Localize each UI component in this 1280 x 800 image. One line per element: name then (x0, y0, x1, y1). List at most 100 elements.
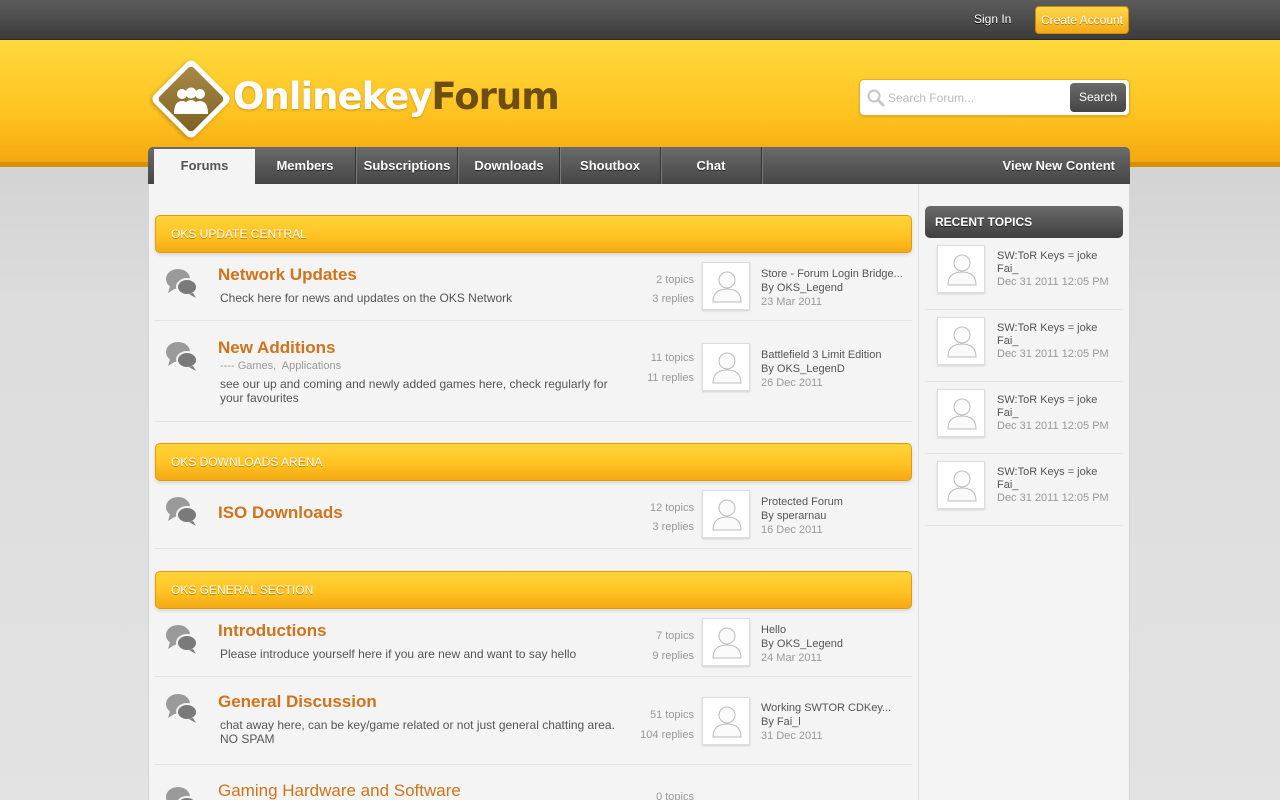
search-input[interactable] (888, 88, 1068, 108)
category-header[interactable]: OKS GENERAL SECTION (155, 571, 912, 609)
recent-topic-item[interactable]: SW:ToR Keys = joke Fai_ Dec 31 2011 12:0… (925, 310, 1123, 382)
subforum-games[interactable]: Games, (238, 360, 277, 372)
recent-topic-item[interactable]: SW:ToR Keys = joke Fai_ Dec 31 2011 12:0… (925, 454, 1123, 526)
recent-topic-date: Dec 31 2011 12:05 PM (997, 492, 1109, 504)
last-post-info: Protected Forum By sperarnau 16 Dec 2011 (761, 495, 843, 537)
last-post-info: Hello By OKS_Legend 24 Mar 2011 (761, 623, 843, 665)
last-post-title[interactable]: Battlefield 3 Limit Edition (761, 348, 881, 362)
sign-in-link[interactable]: Sign In (974, 12, 1011, 26)
tab-chat[interactable]: Chat (661, 147, 762, 184)
avatar[interactable] (702, 697, 750, 745)
user-silhouette-icon (712, 352, 742, 384)
avatar[interactable] (937, 317, 985, 365)
forum-description: see our up and coming and newly added ga… (220, 377, 608, 405)
last-post-date: 16 Dec 2011 (761, 524, 823, 536)
recent-topic-author[interactable]: Fai_ (997, 335, 1109, 348)
category-header[interactable]: OKS UPDATE CENTRAL (155, 215, 912, 253)
reply-count: 11 replies (647, 372, 694, 384)
recent-topic-text: SW:ToR Keys = joke Fai_ Dec 31 2011 12:0… (997, 394, 1109, 433)
last-post-date: 26 Dec 2011 (761, 377, 823, 389)
search-icon (867, 89, 885, 107)
user-silhouette-icon (712, 499, 742, 531)
recent-topic-date: Dec 31 2011 12:05 PM (997, 276, 1109, 288)
sidebar: RECENT TOPICS SW:ToR Keys = joke Fai_ De… (925, 184, 1131, 800)
create-account-button[interactable]: Create Account (1035, 6, 1129, 34)
logo-text[interactable]: OnlinekeyForum (233, 75, 560, 118)
forum-title-network-updates[interactable]: Network Updates (218, 265, 357, 285)
tab-members[interactable]: Members (255, 147, 356, 184)
recent-topic-title[interactable]: SW:ToR Keys = joke (997, 322, 1109, 335)
search-box: Search (859, 79, 1130, 116)
recent-topic-title[interactable]: SW:ToR Keys = joke (997, 466, 1109, 479)
recent-topic-item[interactable]: SW:ToR Keys = joke Fai_ Dec 31 2011 12:0… (925, 382, 1123, 454)
last-post-date: 24 Mar 2011 (761, 652, 822, 664)
reply-count: 3 replies (652, 293, 694, 305)
speech-bubbles-icon (166, 787, 197, 800)
topic-count: 51 topics (649, 709, 694, 721)
recent-topic-date: Dec 31 2011 12:05 PM (997, 420, 1109, 432)
tab-subscriptions[interactable]: Subscriptions (357, 147, 458, 184)
tab-forums[interactable]: Forums (154, 149, 255, 184)
forum-row: Gaming Hardware and Software 0 topics (155, 765, 912, 800)
reply-count: 3 replies (652, 521, 694, 533)
subforum-prefix: ---- (220, 360, 235, 372)
user-silhouette-icon (947, 470, 977, 502)
avatar[interactable] (702, 262, 750, 310)
last-post-author[interactable]: By OKS_Legend (761, 281, 903, 295)
recent-topics-header: RECENT TOPICS (925, 206, 1123, 238)
topic-count: 7 topics (656, 630, 694, 642)
avatar[interactable] (937, 389, 985, 437)
avatar[interactable] (702, 618, 750, 666)
topic-count: 12 topics (649, 502, 694, 514)
recent-topic-date: Dec 31 2011 12:05 PM (997, 348, 1109, 360)
last-post-date: 23 Mar 2011 (761, 296, 822, 308)
avatar[interactable] (702, 343, 750, 391)
avatar[interactable] (937, 245, 985, 293)
forum-description: Check here for news and updates on the O… (220, 291, 513, 305)
recent-topic-title[interactable]: SW:ToR Keys = joke (997, 250, 1109, 263)
forum-title-gaming-hardware[interactable]: Gaming Hardware and Software (218, 781, 461, 800)
forum-description: chat away here, can be key/game related … (220, 718, 615, 746)
recent-topic-author[interactable]: Fai_ (997, 263, 1109, 276)
avatar[interactable] (702, 490, 750, 538)
logo-text-part1: Onlinekey (233, 75, 432, 118)
forum-row: Network Updates Check here for news and … (155, 254, 912, 321)
last-post-author[interactable]: By sperarnau (761, 509, 843, 523)
user-silhouette-icon (947, 398, 977, 430)
user-silhouette-icon (712, 627, 742, 659)
main-container: OKS UPDATE CENTRAL Network Updates Check… (148, 184, 1130, 800)
tab-downloads[interactable]: Downloads (459, 147, 560, 184)
top-bar: Sign In Create Account (0, 0, 1280, 40)
last-post-author[interactable]: By OKS_Legend (761, 637, 843, 651)
logo-text-part2: Forum (431, 75, 559, 118)
user-silhouette-icon (947, 326, 977, 358)
last-post-author[interactable]: By OKS_LegenD (761, 362, 881, 376)
subforum-applications[interactable]: Applications (282, 360, 341, 372)
recent-topic-text: SW:ToR Keys = joke Fai_ Dec 31 2011 12:0… (997, 466, 1109, 505)
recent-topic-author[interactable]: Fai_ (997, 479, 1109, 492)
last-post-info: Battlefield 3 Limit Edition By OKS_Legen… (761, 348, 881, 390)
speech-bubbles-icon (166, 625, 198, 654)
last-post-title[interactable]: Hello (761, 623, 843, 637)
forum-title-iso-downloads[interactable]: ISO Downloads (218, 503, 343, 523)
avatar[interactable] (937, 461, 985, 509)
forum-title-introductions[interactable]: Introductions (218, 621, 327, 641)
recent-topic-author[interactable]: Fai_ (997, 407, 1109, 420)
reply-count: 9 replies (652, 650, 694, 662)
forum-description: Please introduce yourself here if you ar… (220, 647, 577, 661)
speech-bubbles-icon (166, 342, 198, 371)
last-post-title[interactable]: Working SWTOR CDKey... (761, 701, 891, 715)
recent-topic-item[interactable]: SW:ToR Keys = joke Fai_ Dec 31 2011 12:0… (925, 238, 1123, 310)
last-post-author[interactable]: By Fai_l (761, 715, 891, 729)
tab-shoutbox[interactable]: Shoutbox (560, 147, 661, 184)
forum-title-general-discussion[interactable]: General Discussion (218, 692, 377, 712)
recent-topic-title[interactable]: SW:ToR Keys = joke (997, 394, 1109, 407)
category-header[interactable]: OKS DOWNLOADS ARENA (155, 443, 912, 481)
view-new-content-link[interactable]: View New Content (1003, 147, 1115, 184)
speech-bubbles-icon (166, 269, 198, 298)
last-post-title[interactable]: Store - Forum Login Bridge... (761, 267, 903, 281)
speech-bubbles-icon (166, 694, 198, 723)
last-post-title[interactable]: Protected Forum (761, 495, 843, 509)
search-button[interactable]: Search (1070, 83, 1126, 112)
forum-title-new-additions[interactable]: New Additions (218, 338, 335, 358)
